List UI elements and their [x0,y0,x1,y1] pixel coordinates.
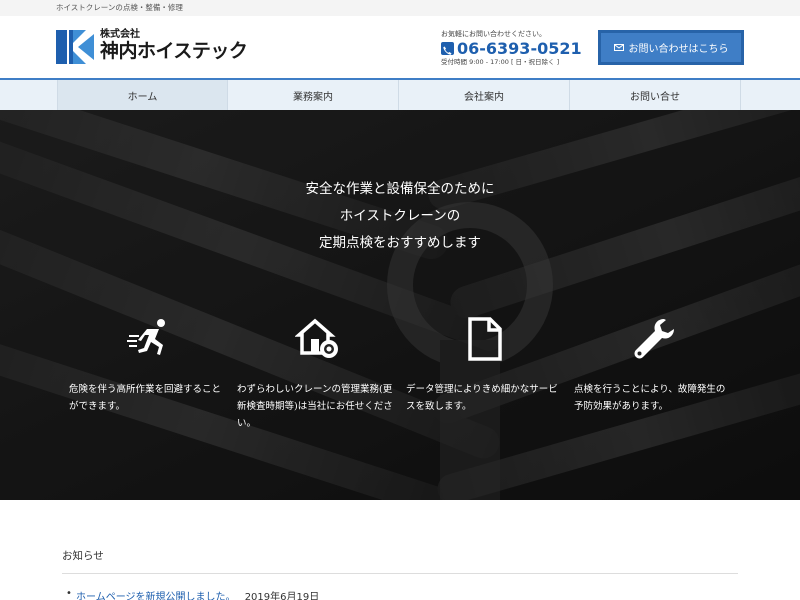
site-tagline: ホイストクレーンの点検・整備・修理 [56,3,183,12]
nav-item-company[interactable]: 会社案内 [399,80,570,110]
feature-text: わずらわしいクレーンの管理業務(更新検査時期等)は当社にお任せください。 [237,384,393,429]
hero-headline: 安全な作業と設備保全のために ホイストクレーンの 定期点検をおすすめします [0,176,800,257]
nav-item-services[interactable]: 業務案内 [228,80,399,110]
running-person-icon [127,319,165,355]
logo-company-name: 神内ホイステック [100,40,248,62]
hero-section: 安全な作業と設備保全のために ホイストクレーンの 定期点検をおすすめします 危険… [0,110,800,500]
wrench-icon [634,319,674,359]
top-bar: ホイストクレーンの点検・整備・修理 [0,0,800,16]
nav-item-contact[interactable]: お問い合せ [570,80,741,110]
news-date: 2019年6月19日 [244,592,320,600]
hero-background-image [0,110,800,500]
main-nav: ホーム 業務案内 会社案内 お問い合せ [0,78,800,110]
business-hours: 受付時間 9:00 - 17:00 [ 日・祝日除く ] [441,58,560,66]
feature-text: 点検を行うことにより、故障発生の予防効果があります。 [574,384,726,412]
contact-info: お気軽にお問い合わせください。 06-6393-0521 受付時間 9:00 -… [441,30,591,67]
contact-button-label: お問い合わせはこちら [628,44,729,55]
logo-company-type: 株式会社 [100,29,140,40]
phone-icon [441,42,454,55]
contact-lead: お気軽にお問い合わせください。 [441,30,546,38]
nav-item-home[interactable]: ホーム [57,80,228,110]
list-item: ホームページを新規公開しました。 2019年6月19日 [66,588,738,600]
house-gear-icon [295,318,338,358]
news-link[interactable]: ホームページを新規公開しました。 [76,592,236,600]
news-section: お知らせ ホームページを新規公開しました。 2019年6月19日 [62,548,738,600]
mail-icon [613,44,624,51]
hero-line-3: 定期点検をおすすめします [319,235,481,251]
hero-line-1: 安全な作業と設備保全のために [305,181,495,197]
news-title: お知らせ [62,548,738,574]
tel-row[interactable]: 06-6393-0521 [441,39,591,58]
news-list: ホームページを新規公開しました。 2019年6月19日 [62,588,738,600]
header: 株式会社 神内ホイステック お気軽にお問い合わせください。 06-6393-05… [0,16,800,78]
feature-text: データ管理によりきめ細かなサービスを致します。 [406,384,558,412]
site-logo[interactable]: 株式会社 神内ホイステック [56,29,248,64]
document-icon [468,317,502,361]
contact-button[interactable]: お問い合わせはこちら [598,30,744,65]
feature-text: 危険を伴う高所作業を回避することができます。 [69,384,222,412]
hero-line-2: ホイストクレーンの [339,208,461,224]
logo-text: 株式会社 神内ホイステック [100,29,248,62]
logo-mark-icon [56,30,94,64]
tel-number[interactable]: 06-6393-0521 [457,39,582,58]
